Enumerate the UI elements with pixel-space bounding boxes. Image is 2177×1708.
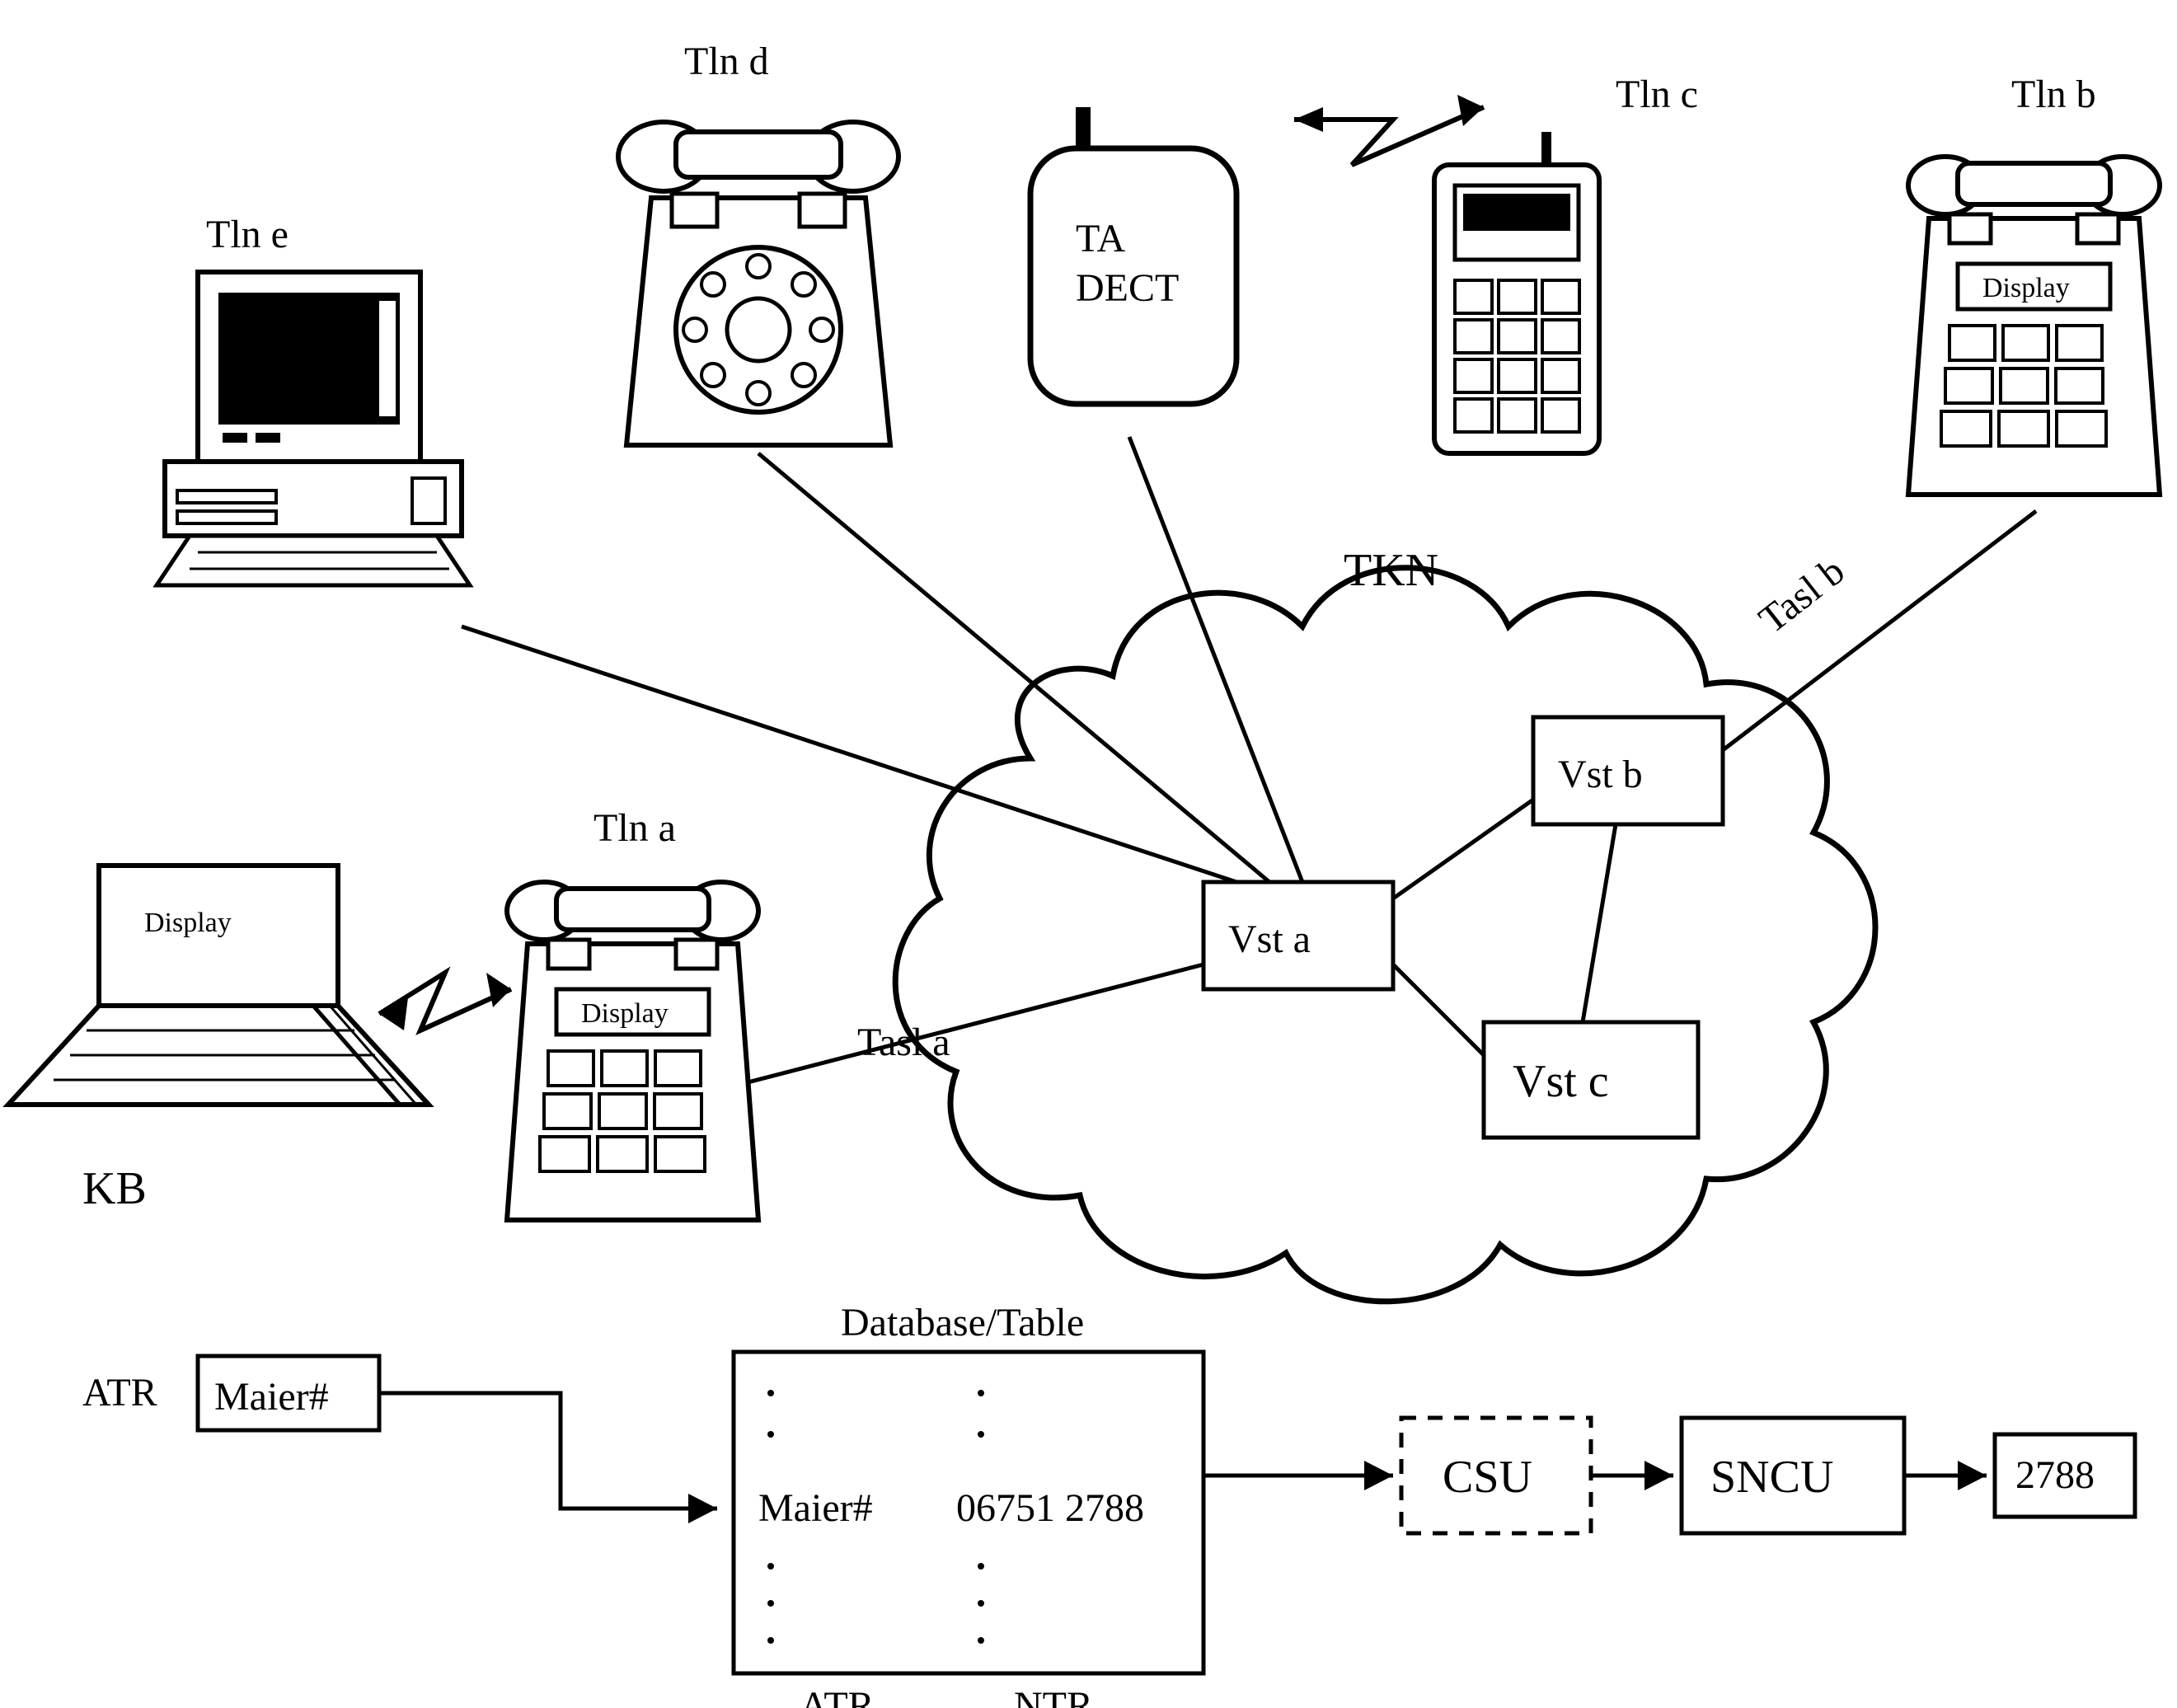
tln-a-label: Tln a <box>594 806 676 850</box>
feature-phone-b-icon: Display <box>1908 157 2160 495</box>
db-key: Maier# <box>758 1486 873 1530</box>
display-kb-text: Display <box>144 908 232 938</box>
pc-icon <box>157 272 470 585</box>
db-col2: NTR <box>1014 1684 1093 1708</box>
laptop-icon: Display <box>8 866 429 1105</box>
ta-dect-icon: TA DECT <box>1030 107 1236 404</box>
link-a-c <box>1393 964 1484 1055</box>
mobile-phone-icon <box>1434 132 1599 453</box>
arrow-sncu-result <box>1904 1461 1987 1490</box>
display-b-text: Display <box>1982 273 2070 303</box>
vst-c-box: Vst c <box>1484 1022 1698 1138</box>
tln-d-label: Tln d <box>684 40 769 83</box>
tasl-b-label: Tasl b <box>1751 549 1852 642</box>
line-ta-dect <box>1129 437 1302 882</box>
line-tln-a <box>725 964 1203 1088</box>
kb-label: KB <box>82 1163 147 1214</box>
tasl-a-label: Tasl a <box>857 1021 950 1064</box>
link-b-c <box>1583 824 1616 1022</box>
vst-b-box: Vst b <box>1533 717 1723 824</box>
feature-phone-a-icon: Display <box>507 882 758 1220</box>
tln-c-label: Tln c <box>1616 73 1698 116</box>
arrow-csu-sncu <box>1591 1461 1673 1490</box>
db-val: 06751 2788 <box>956 1486 1144 1530</box>
vst-a-label: Vst a <box>1228 917 1311 961</box>
atr-box-text: Maier# <box>214 1375 329 1419</box>
ta-dect-line2: DECT <box>1076 266 1179 310</box>
tkn-label: TKN <box>1344 545 1438 596</box>
display-a-text: Display <box>581 998 669 1029</box>
result-text: 2788 <box>2015 1453 2095 1497</box>
arrow-db-csu <box>1203 1461 1393 1490</box>
wireless-arrow-icon <box>1294 95 1484 165</box>
vst-c-label: Vst c <box>1513 1056 1609 1107</box>
vst-a-box: Vst a <box>1203 882 1393 989</box>
link-a-b <box>1393 800 1533 899</box>
atr-label: ATR <box>82 1371 157 1415</box>
db-col1: ATR <box>800 1684 875 1708</box>
tln-b-label: Tln b <box>2011 73 2096 116</box>
db-title: Database/Table <box>841 1301 1084 1344</box>
sncu-label: SNCU <box>1710 1452 1833 1503</box>
arrow-atr-db <box>379 1393 717 1523</box>
tln-e-label: Tln e <box>206 213 289 256</box>
ta-dect-line1: TA <box>1076 217 1125 260</box>
rotary-phone-icon <box>618 122 898 445</box>
kb-link-arrow-icon <box>379 973 511 1030</box>
line-tln-d <box>758 453 1269 882</box>
csu-label: CSU <box>1443 1452 1532 1503</box>
vst-b-label: Vst b <box>1558 753 1643 796</box>
